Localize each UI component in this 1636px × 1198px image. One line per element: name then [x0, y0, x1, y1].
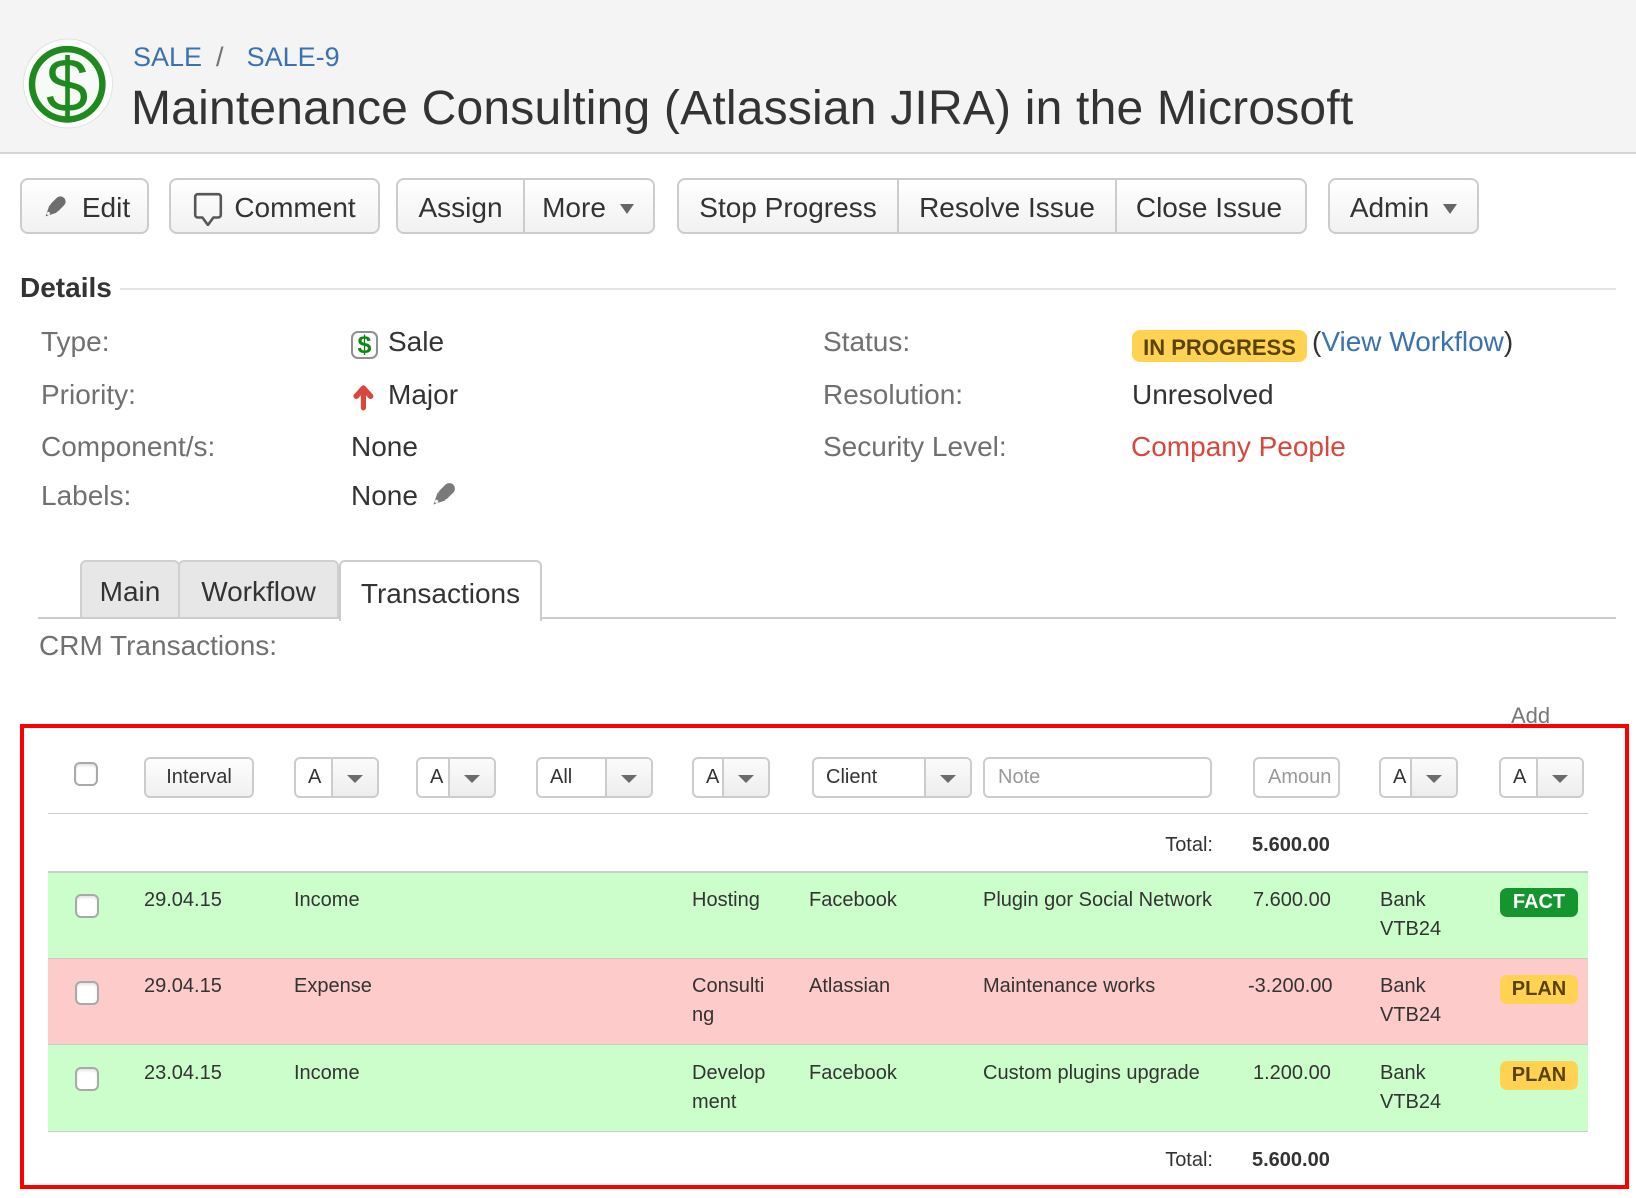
- svg-text:$: $: [46, 43, 88, 128]
